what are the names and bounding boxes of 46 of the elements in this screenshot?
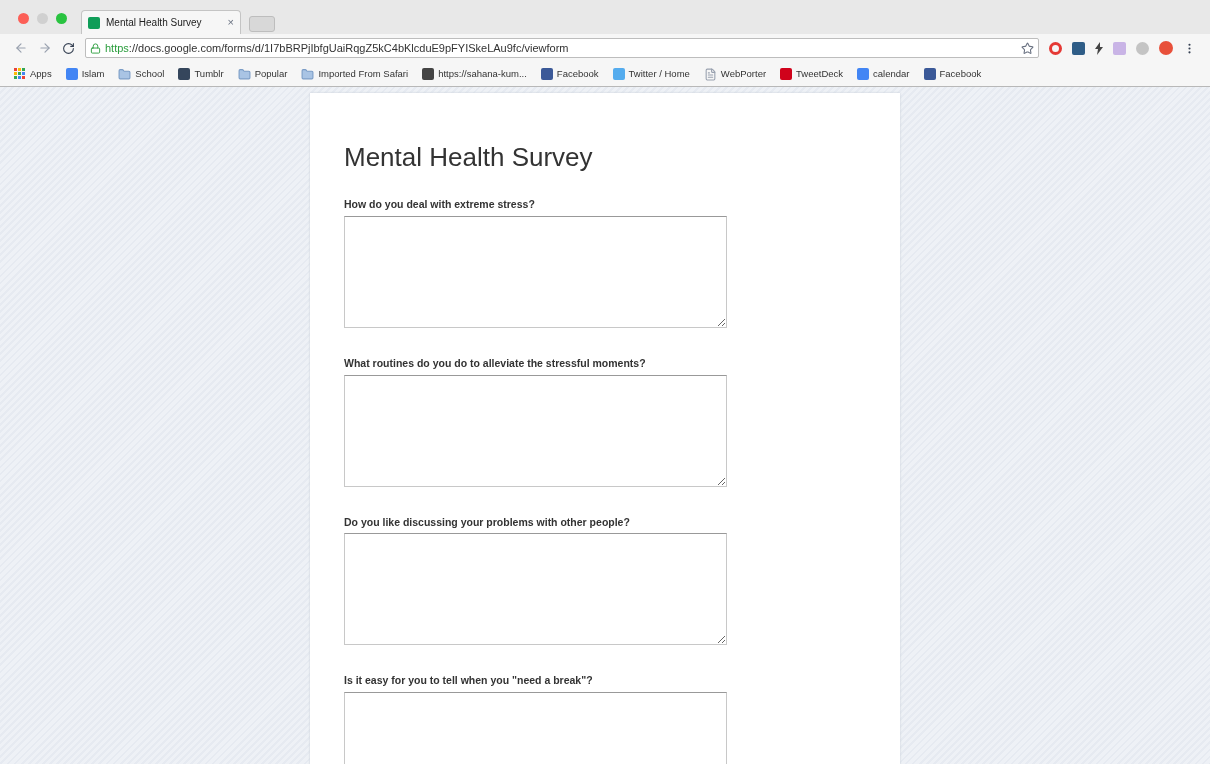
bookmark-item[interactable]: Twitter / Home	[612, 66, 690, 82]
folder-icon	[118, 67, 132, 81]
zoom-window-button[interactable]	[56, 13, 67, 24]
ring-extension-icon[interactable]	[1049, 41, 1062, 55]
tab-title: Mental Health Survey	[106, 16, 203, 30]
bookmark-item[interactable]: WebPorter	[703, 66, 767, 82]
bookmark-item[interactable]: Apps	[14, 66, 52, 82]
bookmark-item[interactable]: School	[118, 66, 165, 82]
page-icon	[703, 67, 717, 81]
reload-button[interactable]	[62, 41, 75, 55]
forms-icon	[88, 16, 100, 29]
browser-tab[interactable]: Mental Health Survey ×	[81, 10, 241, 34]
new-tab-button[interactable]	[249, 16, 275, 32]
round-extension-icon[interactable]	[1159, 41, 1173, 55]
folder-icon	[301, 67, 315, 81]
answer-box[interactable]	[344, 533, 727, 646]
answer-box[interactable]	[344, 374, 727, 487]
bookmark-item[interactable]: Facebook	[540, 66, 599, 82]
form-title: Mental Health Survey	[344, 141, 594, 173]
bookmark-item[interactable]: Islam	[65, 66, 105, 82]
bookmark-item[interactable]: calendar	[857, 66, 910, 82]
back-button[interactable]	[14, 41, 28, 55]
bookmark-item[interactable]: Imported From Safari	[301, 66, 409, 82]
answer-box[interactable]	[344, 215, 727, 328]
minimize-window-button[interactable]	[37, 13, 48, 24]
bookmark-item[interactable]: Popular	[237, 66, 288, 82]
forward-button[interactable]	[38, 41, 52, 55]
bookmark-item[interactable]: Tumblr	[178, 66, 224, 82]
close-window-button[interactable]	[18, 13, 29, 24]
apps-grid-icon	[14, 68, 26, 80]
bookmark-item[interactable]: TweetDeck	[780, 66, 844, 82]
url-text: https://docs.google.com/forms/d/1I7bBRPjIbfgUaiRqgZ5kC4bKlcduE9pFYISkeLAu9fc/viewform	[105, 40, 570, 56]
lightning-bolt-icon[interactable]	[1095, 41, 1103, 55]
lock-icon	[90, 42, 101, 54]
bookmark-item[interactable]: https://sahana-kum...	[422, 66, 527, 82]
question-label: What routines do you do to alleviate the stressful moments?	[344, 355, 647, 371]
folder-icon	[237, 67, 251, 81]
circle-extension-icon[interactable]	[1136, 41, 1149, 55]
question-label: How do you deal with extreme stress?	[344, 197, 536, 212]
question-label: Is it easy for you to tell when you "need a break"?	[344, 673, 594, 689]
address-bar[interactable]: https://docs.google.com/forms/d/1I7bBRPjIbfgUaiRqgZ5kC4bKlcduE9pFYISkeLAu9fc/viewform	[85, 38, 1039, 58]
square-extension-icon[interactable]	[1072, 41, 1085, 55]
close-tab-button[interactable]: ×	[227, 14, 234, 31]
question-label: Do you like discussing your problems with other people?	[344, 514, 631, 530]
bookmark-star-icon[interactable]	[1021, 41, 1034, 55]
bookmark-item[interactable]: Facebook	[923, 66, 982, 82]
